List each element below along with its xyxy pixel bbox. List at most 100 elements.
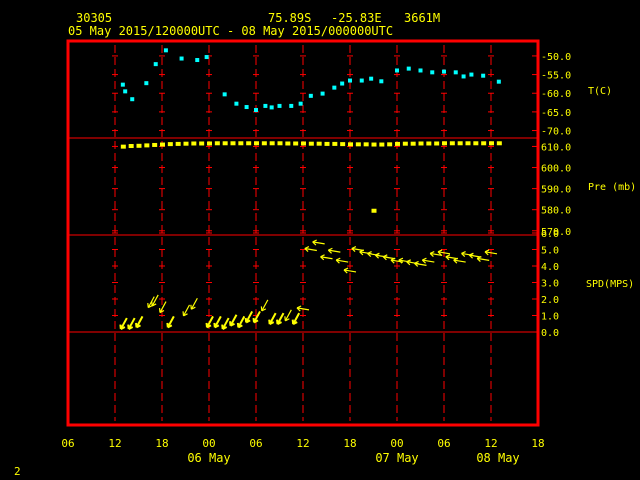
wind-arrow [229,314,238,327]
pressure-point [230,141,236,146]
pressure-point [434,141,440,146]
x-tick-label: 12 [484,437,497,450]
pressure-point [246,141,252,146]
meteogram-chart: -50.0 -55.0 -60.0 -65.0 -70.0 610.0 600.0 590.0… [61,39,636,465]
temperature-point [204,55,209,60]
pressure-point [167,142,173,147]
pressure-point [410,141,416,146]
x-tick-label: 00 [202,437,215,450]
pressure-point [332,141,338,146]
temperature-point [144,81,149,86]
wind-arrow [236,315,246,329]
temperature-point [369,76,374,81]
pressure-point [496,141,502,146]
temperature-y-tick-label: -60.0 [541,89,571,100]
temperature-point [430,70,435,75]
pressure-point [238,141,244,146]
temperature-point [340,81,345,86]
pressure-point [402,141,408,146]
pressure-point [387,142,393,147]
x-date-label: 08 May [476,451,519,465]
pressure-point [457,141,463,146]
x-tick-label: 12 [108,437,121,450]
wind-arrow [284,309,292,322]
pressure-point [152,142,158,147]
pressure-point [395,141,400,146]
wind-arrow [320,254,333,261]
wind-y-tick-label: 0.0 [541,328,559,339]
wind-y-tick-label: 1.0 [541,312,559,323]
wind-arrow [476,255,490,262]
pressure-point [481,141,487,146]
pressure-point [222,141,228,146]
pressure-point [207,141,212,146]
temperature-y-tick-label: -55.0 [541,71,571,82]
pressure-point [324,141,330,146]
x-tick-label: 06 [249,437,262,450]
wind-arrow [127,317,136,330]
temperature-point [298,101,303,106]
x-tick-label: 12 [296,437,309,450]
temperature-point [496,79,501,84]
pressure-point [363,142,369,147]
wind-arrow [166,315,175,329]
pressure-point [442,141,447,146]
x-date-label: 07 May [375,451,418,465]
pressure-point [489,141,494,146]
wind-arrow [158,301,167,314]
x-tick-label: 00 [390,437,403,450]
pressure-point [144,143,150,148]
pressure-point [183,141,189,146]
pressure-outlier-point [371,208,377,213]
x-tick-label: 06 [61,437,74,450]
pressure-point [426,141,432,146]
wind-arrow [276,312,285,325]
wind-arrow [421,257,435,264]
x-date-label: 06 May [187,451,230,465]
temperature-y-tick-label: -65.0 [541,108,571,119]
temperature-point [418,68,423,73]
pressure-point [316,141,322,146]
pressure-point [136,143,142,148]
temperature-point [379,79,384,84]
pressure-point [199,141,205,146]
temperature-point [153,62,158,67]
temperature-point [461,74,466,79]
wind-arrow [327,247,341,254]
pressure-point [473,141,479,146]
wind-arrow [312,239,325,246]
wind-arrow [119,317,128,330]
wind-arrow [268,312,277,325]
temperature-point [453,70,458,75]
wind-arrow [213,315,222,329]
temperature-axis-title: T(C) [588,86,612,97]
pressure-point [128,144,134,149]
temperature-point [269,105,274,110]
pressure-point [418,141,424,146]
x-tick-label: 18 [343,437,356,450]
temperature-point [195,58,200,63]
temperature-point [289,103,294,108]
temperature-y-tick-label: -50.0 [541,52,571,63]
wind-arrow [135,315,144,329]
temperature-point [469,72,474,77]
temperature-point [163,48,168,53]
pressure-point [261,141,267,146]
wind-y-tick-label: 5.0 [541,246,559,257]
pressure-point [301,141,306,146]
pressure-point [340,142,346,147]
temperature-point [332,85,337,90]
pressure-y-tick-label: 590.0 [541,185,571,196]
pressure-y-tick-label: 610.0 [541,142,571,153]
temperature-point [481,73,486,78]
temperature-point [244,105,249,110]
wind-y-tick-label: 3.0 [541,279,559,290]
temperature-point [179,56,184,61]
wind-arrow [453,257,466,264]
wind-arrow [304,246,317,253]
temperature-point [308,93,313,98]
temperature-point [277,103,282,108]
temperature-point [120,82,125,87]
wind-arrow [291,312,301,325]
wind-arrow [221,317,230,330]
